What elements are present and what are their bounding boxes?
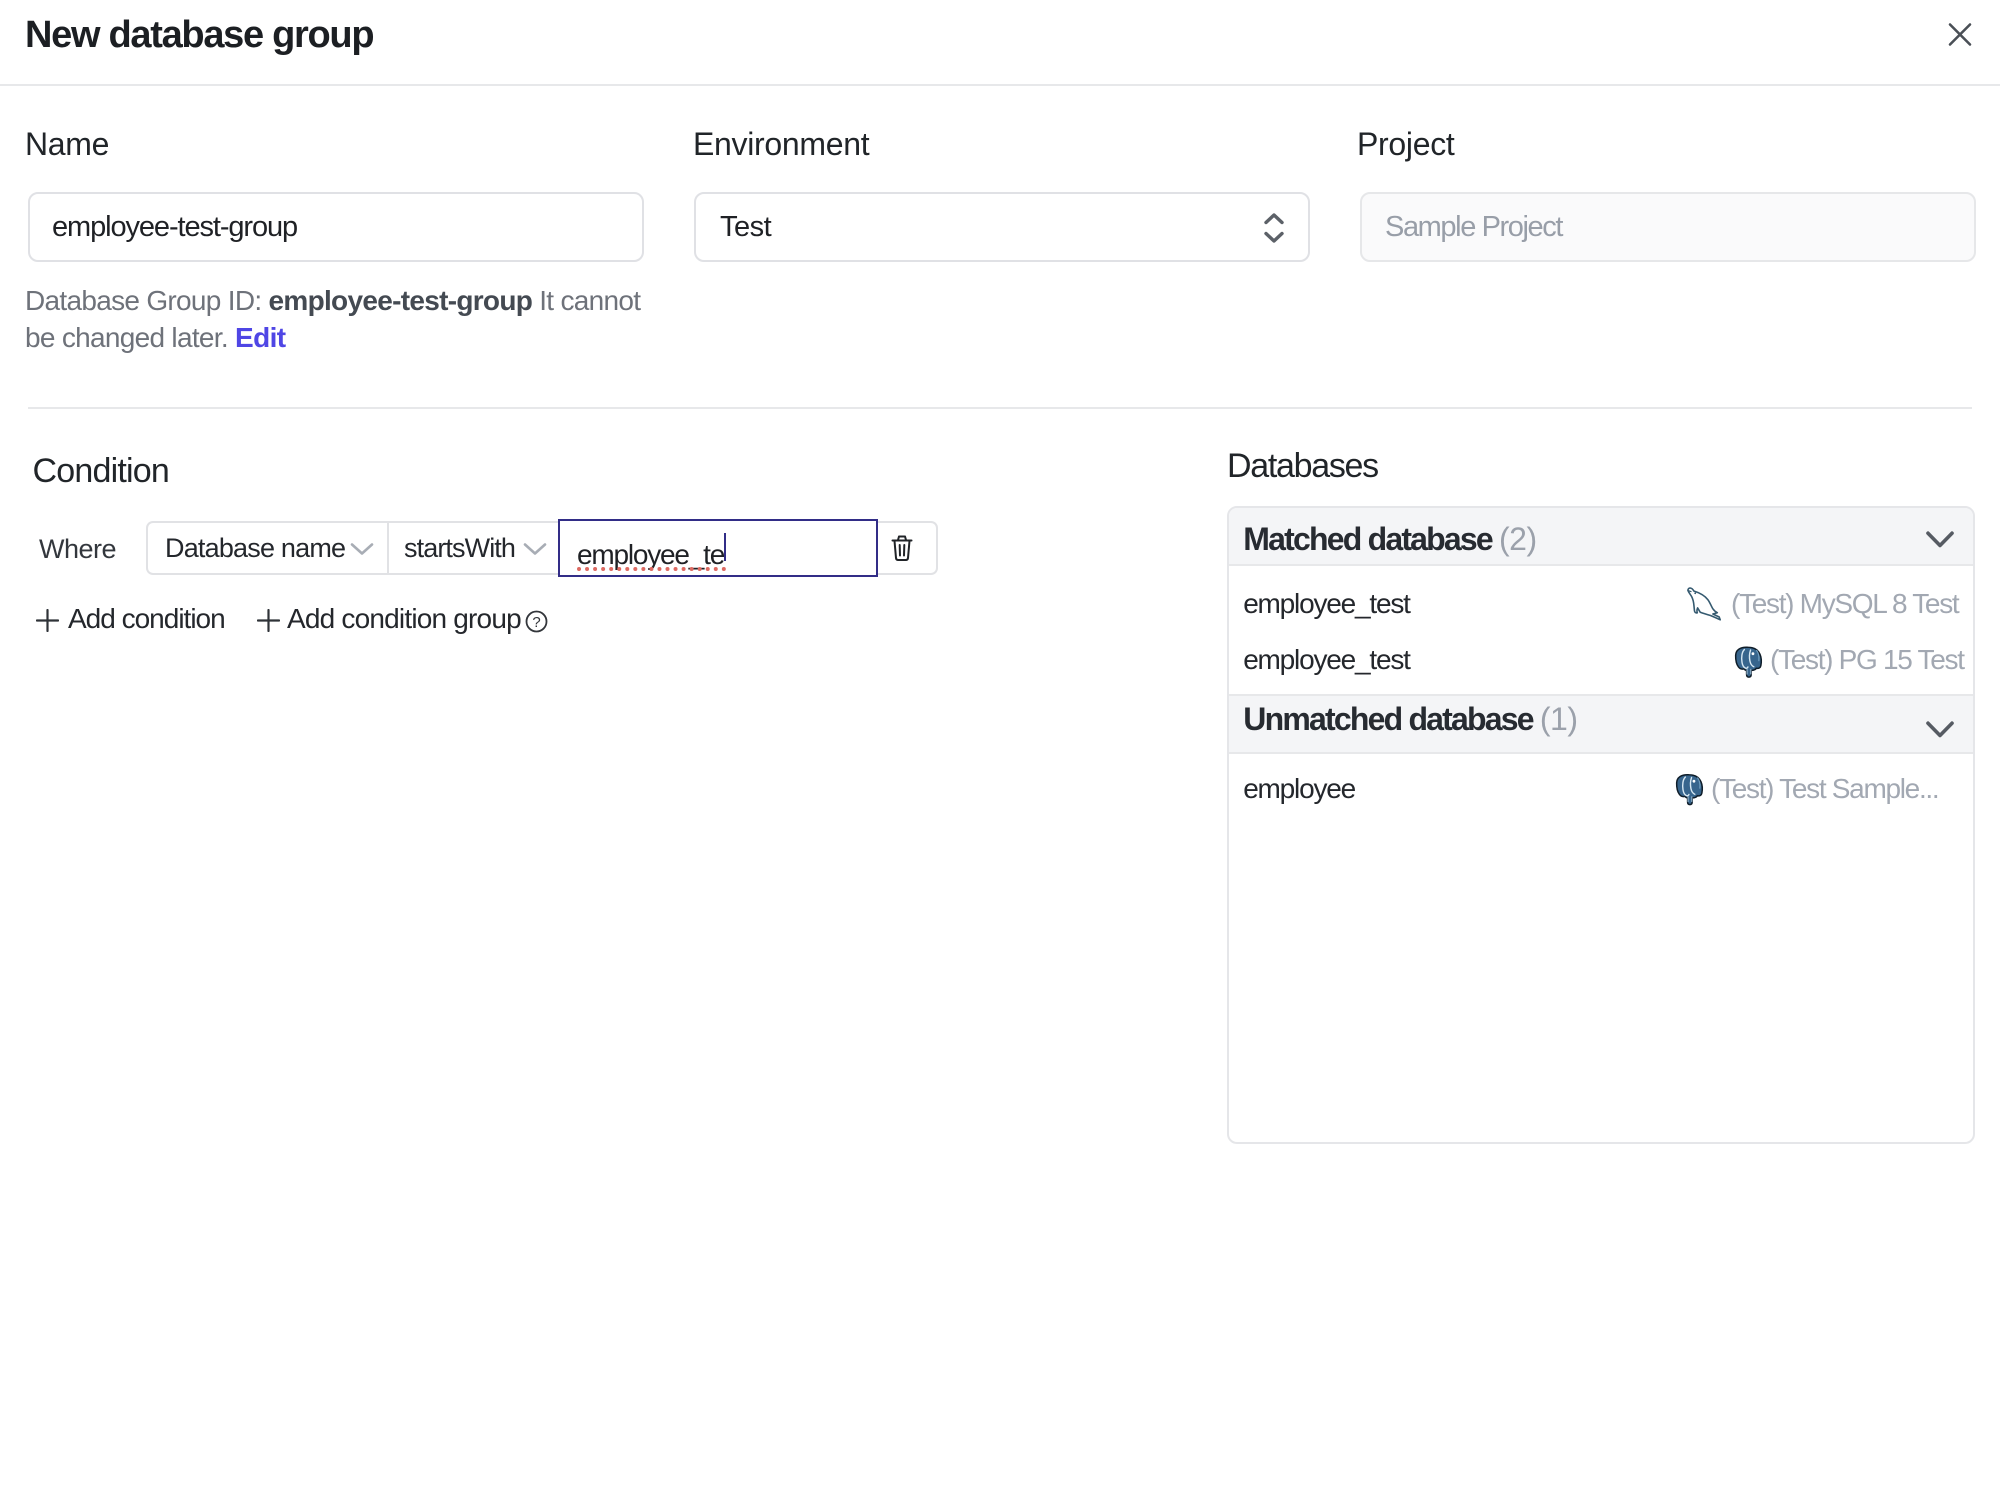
- svg-text:?: ?: [532, 614, 540, 631]
